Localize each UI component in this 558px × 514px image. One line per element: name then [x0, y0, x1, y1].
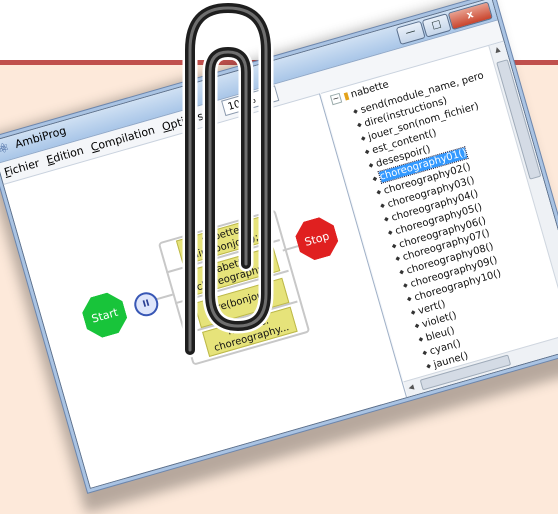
- method-icon: ◆: [360, 134, 367, 143]
- method-icon: ◆: [394, 255, 402, 264]
- method-icon: ◆: [387, 228, 394, 237]
- method-icon: ◆: [398, 268, 405, 277]
- method-icon: ◆: [406, 295, 413, 304]
- collapse-icon[interactable]: −: [329, 92, 343, 106]
- method-icon: ◆: [352, 107, 359, 116]
- method-icon: ◆: [390, 241, 398, 250]
- minimize-button[interactable]: —: [395, 20, 426, 46]
- method-icon: ◆: [356, 121, 363, 130]
- scroll-left-icon[interactable]: ◀: [407, 383, 414, 392]
- stop-node[interactable]: Stop: [292, 214, 341, 263]
- method-icon: ◆: [363, 147, 371, 156]
- maximize-button[interactable]: □: [421, 13, 452, 38]
- method-icon: ◆: [410, 308, 417, 317]
- method-icon: ◆: [367, 161, 375, 170]
- scroll-up-icon[interactable]: ▲: [494, 45, 501, 54]
- method-icon: ◆: [383, 214, 390, 223]
- method-icon: ◆: [375, 188, 382, 197]
- method-icon: ◆: [425, 362, 432, 371]
- method-icon: ◆: [417, 335, 425, 344]
- method-icon: ◆: [413, 322, 421, 331]
- paperclip-icon: [182, 0, 274, 358]
- start-node[interactable]: Start: [79, 289, 131, 341]
- method-icon: ◆: [371, 174, 379, 183]
- method-icon: ◆: [421, 349, 429, 358]
- app-icon: ⚛: [0, 140, 12, 158]
- method-icon: ◆: [379, 201, 386, 210]
- method-icon: ◆: [402, 281, 409, 290]
